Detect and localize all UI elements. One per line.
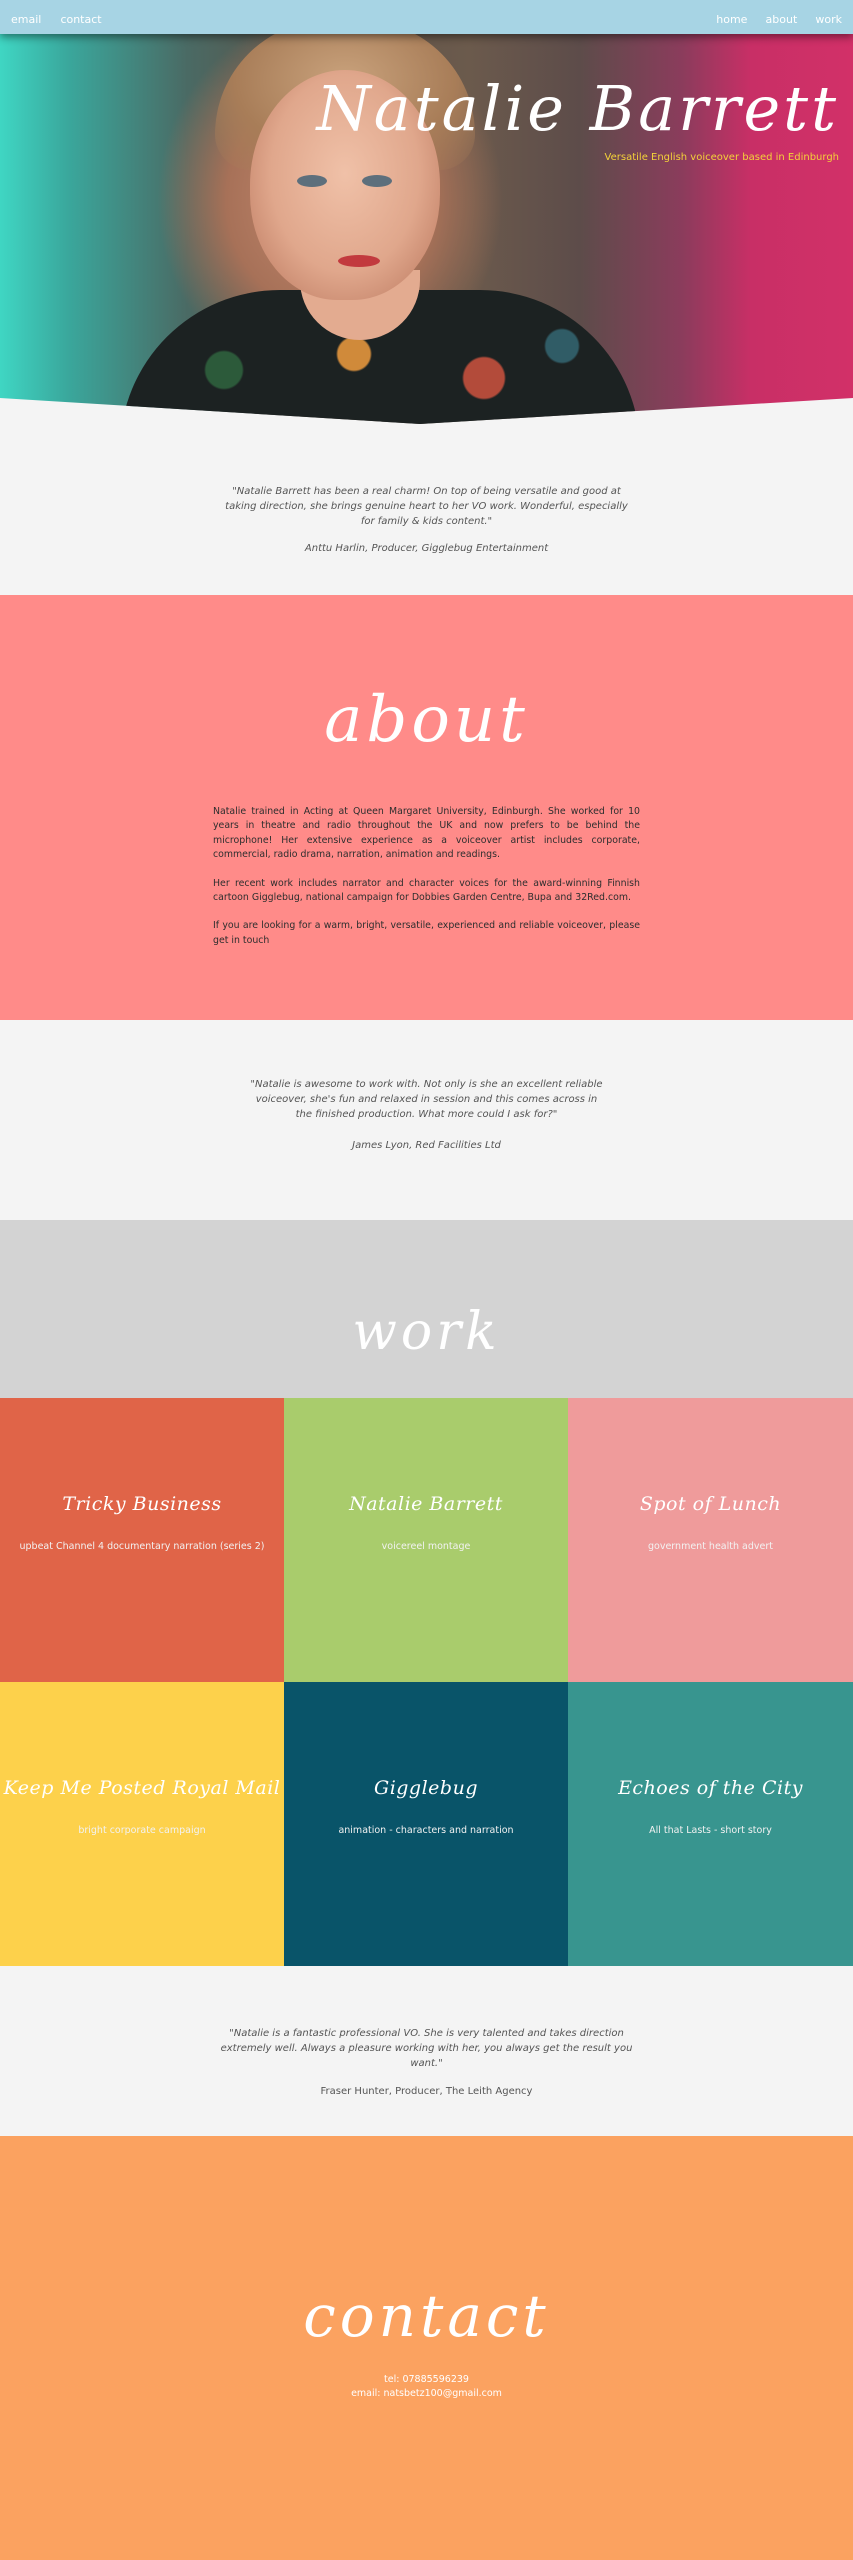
about-body: Natalie trained in Acting at Queen Marga… (213, 805, 640, 962)
work-header: work (0, 1220, 853, 1398)
work-tile-title: Keep Me Posted Royal Mail (3, 1777, 281, 1799)
testimonial-quote: "Natalie is awesome to work with. Not on… (250, 1079, 603, 1120)
contact-section: contact tel: 07885596239 email: natsbetz… (0, 2136, 853, 2560)
top-nav: email contact home about work (0, 0, 853, 34)
hero-portrait-eye (297, 175, 327, 187)
testimonial-2: "Natalie is awesome to work with. Not on… (0, 1020, 853, 1220)
testimonial-author: Anttu Harlin, Producer, Gigglebug Entert… (304, 543, 549, 554)
contact-heading: contact (303, 2282, 550, 2350)
contact-phone[interactable]: tel: 07885596239 (0, 2374, 853, 2385)
testimonial-quote: "Natalie Barrett has been a real charm! … (225, 486, 628, 527)
testimonial-author: James Lyon, Red Facilities Ltd (352, 1140, 501, 1151)
about-paragraph: Natalie trained in Acting at Queen Marga… (213, 806, 640, 861)
hero-section: Natalie Barrett Versatile English voiceo… (0, 0, 853, 424)
work-tile-gigglebug[interactable]: Gigglebug animation - characters and nar… (284, 1682, 568, 1966)
work-tile-desc: bright corporate campaign (78, 1825, 206, 1836)
hero-title: Natalie Barrett (316, 72, 839, 145)
work-tile-title: Echoes of the City (618, 1777, 803, 1799)
nav-link-home[interactable]: home (716, 13, 747, 26)
about-paragraph: If you are looking for a warm, bright, v… (213, 920, 640, 946)
work-tile-desc: All that Lasts - short story (649, 1825, 772, 1836)
work-tile-desc: voicereel montage (381, 1541, 471, 1552)
work-tile-title: Spot of Lunch (639, 1493, 782, 1515)
nav-left: email contact (11, 8, 116, 27)
work-heading: work (352, 1302, 501, 1362)
work-tile-title: Tricky Business (62, 1493, 222, 1515)
testimonial-3: "Natalie is a fantastic professional VO.… (0, 1966, 853, 2136)
work-tile-royal-mail[interactable]: Keep Me Posted Royal Mail bright corpora… (0, 1682, 284, 1966)
work-tile-desc: animation - characters and narration (338, 1825, 514, 1836)
work-tile-desc: government health advert (648, 1541, 773, 1552)
hero-subtitle: Versatile English voiceover based in Edi… (604, 152, 839, 163)
testimonial-author: Fraser Hunter, Producer, The Leith Agenc… (320, 2086, 533, 2097)
about-section: about Natalie trained in Acting at Queen… (0, 595, 853, 1020)
work-tile-tricky-business[interactable]: Tricky Business upbeat Channel 4 documen… (0, 1398, 284, 1682)
nav-link-email[interactable]: email (11, 13, 41, 26)
work-tile-spot-of-lunch[interactable]: Spot of Lunch government health advert (568, 1398, 853, 1682)
work-tile-echoes-of-the-city[interactable]: Echoes of the City All that Lasts - shor… (568, 1682, 853, 1966)
work-tile-title: Natalie Barrett (349, 1493, 503, 1515)
nav-link-about[interactable]: about (766, 13, 798, 26)
work-tile-title: Gigglebug (374, 1777, 478, 1799)
testimonial-quote: "Natalie is a fantastic professional VO.… (220, 2028, 633, 2069)
about-heading: about (324, 683, 529, 757)
work-tile-voicereel[interactable]: Natalie Barrett voicereel montage (284, 1398, 568, 1682)
about-paragraph: Her recent work includes narrator and ch… (213, 877, 640, 904)
nav-link-work[interactable]: work (815, 13, 842, 26)
hero-portrait-eye (362, 175, 392, 187)
nav-right: home about work (703, 8, 842, 27)
testimonial-1: "Natalie Barrett has been a real charm! … (0, 440, 853, 595)
contact-email[interactable]: email: natsbetz100@gmail.com (0, 2388, 853, 2399)
hero-portrait-lips (338, 255, 380, 267)
nav-link-contact[interactable]: contact (60, 13, 101, 26)
work-tile-desc: upbeat Channel 4 documentary narration (… (19, 1541, 265, 1552)
